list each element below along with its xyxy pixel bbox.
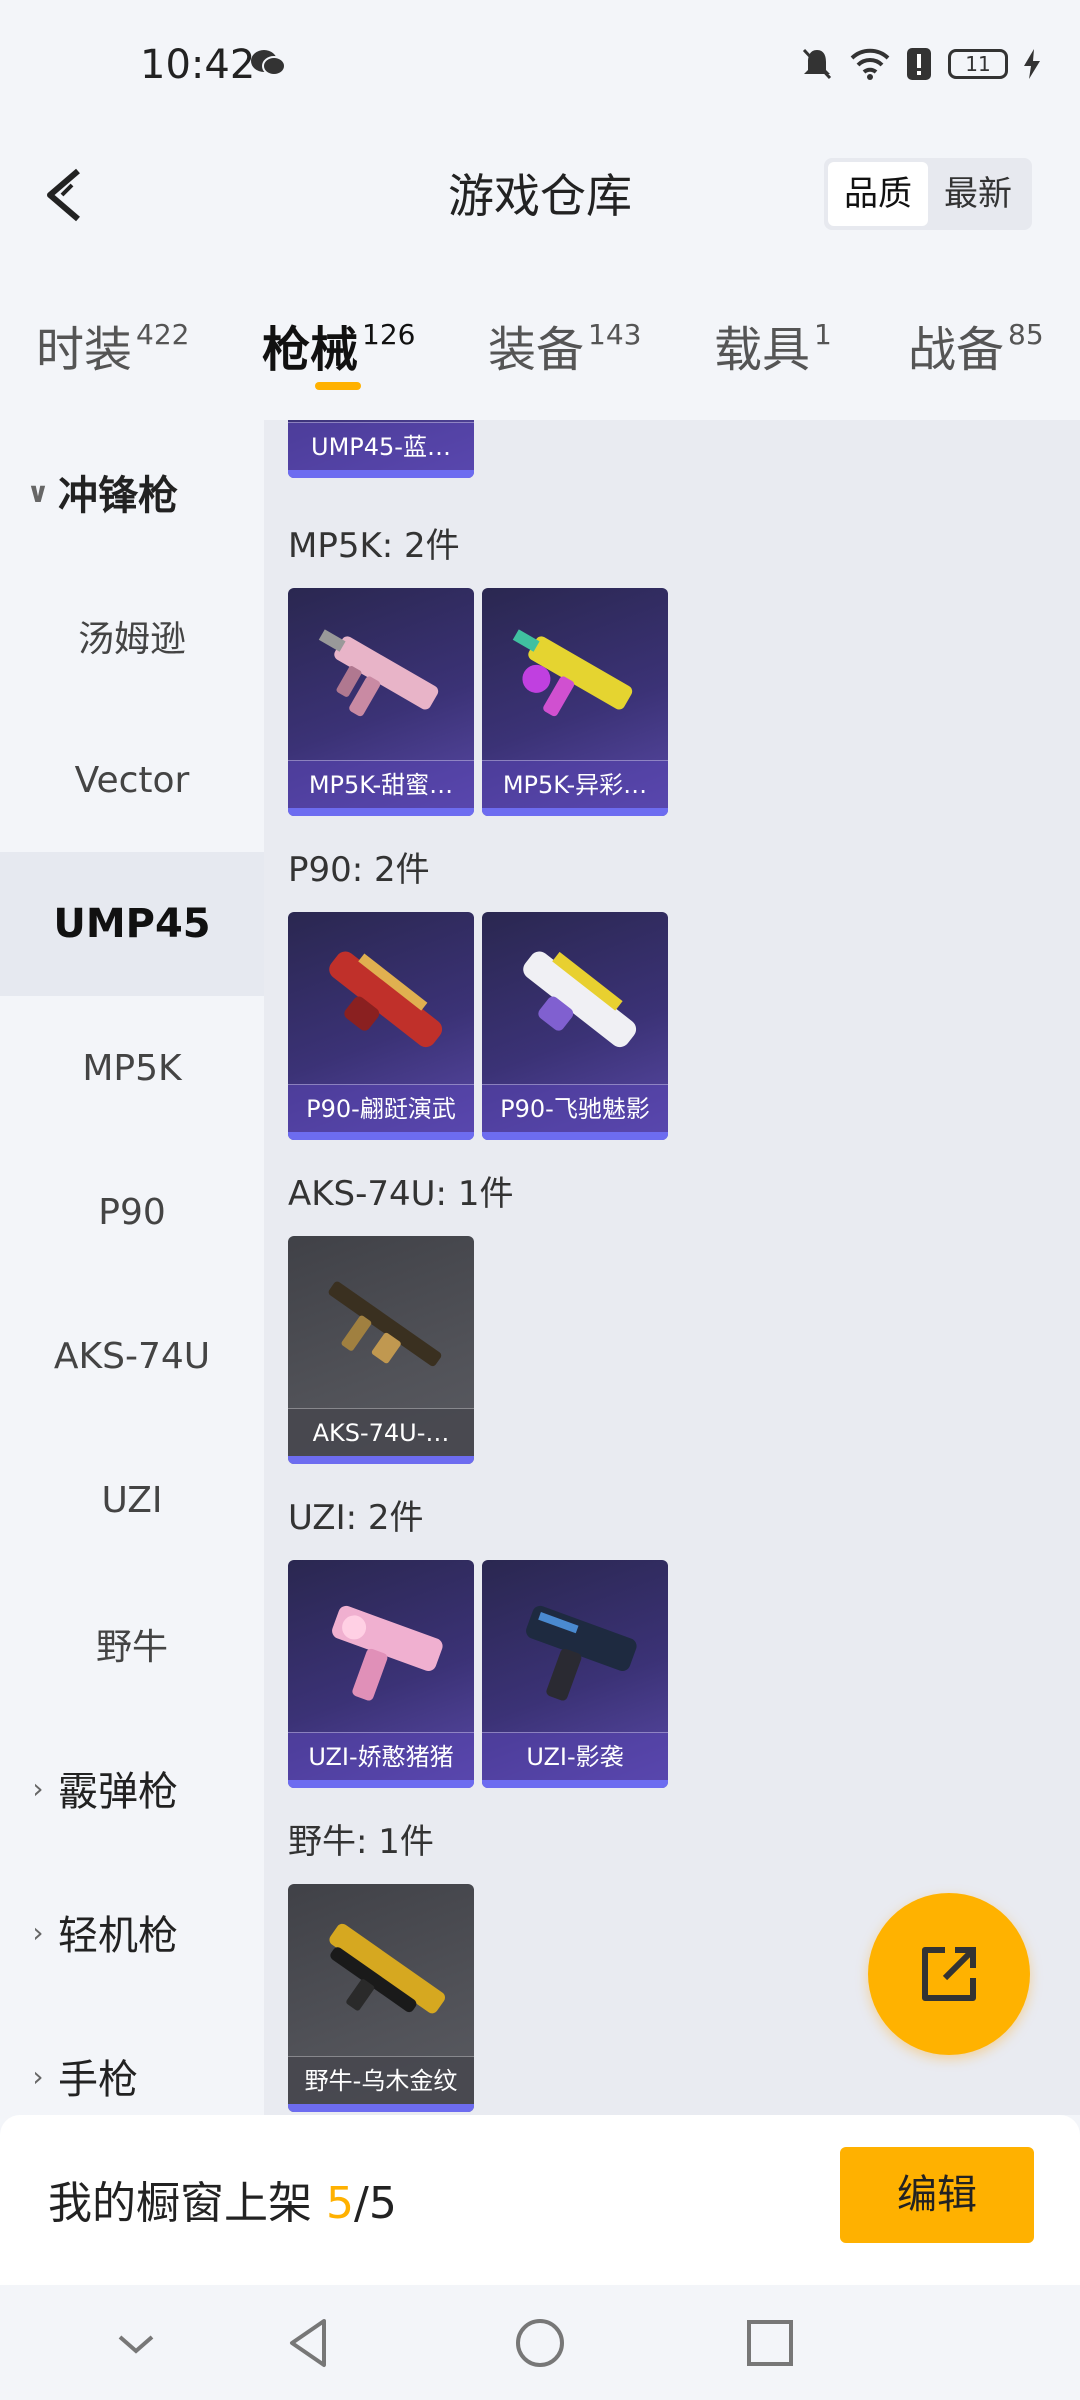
weapon-card[interactable]: MP5K-异彩… bbox=[482, 588, 668, 816]
sidebar-item-uzi[interactable]: UZI bbox=[0, 1428, 264, 1572]
weapon-card-label: MP5K-异彩… bbox=[482, 760, 668, 808]
tab-equipment[interactable]: 装备 143 bbox=[488, 310, 641, 380]
p90-red-art bbox=[329, 951, 443, 1048]
weapon-card-label: MP5K-甜蜜… bbox=[288, 760, 474, 808]
mute-icon bbox=[802, 48, 832, 80]
smg-pink-art bbox=[318, 629, 439, 717]
weapon-card[interactable]: UMP45-蓝… bbox=[288, 420, 474, 478]
weapon-card-label: P90-飞驰魅影 bbox=[482, 1084, 668, 1132]
smg-colorful-art bbox=[512, 629, 633, 717]
weapon-card-label: UMP45-蓝… bbox=[288, 422, 474, 470]
tab-active-indicator bbox=[315, 382, 361, 390]
alert-icon bbox=[907, 48, 931, 80]
share-button[interactable] bbox=[868, 1893, 1030, 2055]
weapon-card[interactable]: 野牛-乌木金纹 bbox=[288, 1884, 474, 2112]
nav-recent-icon[interactable] bbox=[740, 2313, 800, 2373]
sidebar-group-smg[interactable]: ∨ 冲锋枪 bbox=[0, 420, 264, 564]
sidebar-item-vector[interactable]: Vector bbox=[0, 708, 264, 852]
chevron-right-icon: › bbox=[32, 1915, 44, 1949]
weapon-card[interactable]: AKS-74U-… bbox=[288, 1236, 474, 1464]
sidebar-item-thompson[interactable]: 汤姆逊 bbox=[0, 564, 264, 708]
chevron-right-icon: › bbox=[32, 2059, 44, 2093]
weapon-card-label: 野牛-乌木金纹 bbox=[288, 2056, 474, 2104]
tab-guns[interactable]: 枪械 126 bbox=[262, 310, 415, 380]
sidebar-item-aks74u[interactable]: AKS-74U bbox=[0, 1284, 264, 1428]
chevron-down-icon: ∨ bbox=[26, 475, 50, 509]
system-navbar bbox=[0, 2285, 1080, 2400]
sidebar-item-bizon[interactable]: 野牛 bbox=[0, 1572, 264, 1716]
sort-quality-button[interactable]: 品质 bbox=[828, 162, 928, 226]
weapon-card-label: AKS-74U-… bbox=[288, 1408, 474, 1456]
share-icon bbox=[922, 1947, 976, 2001]
sidebar-group-lmg[interactable]: › 轻机枪 bbox=[0, 1860, 264, 2004]
nav-home-icon[interactable] bbox=[510, 2313, 570, 2373]
weapon-sidebar: ∨ 冲锋枪 汤姆逊 Vector UMP45 MP5K P90 AKS-74U … bbox=[0, 420, 264, 2115]
app-header: 游戏仓库 品质 最新 bbox=[0, 130, 1080, 260]
status-time: 10:42 bbox=[140, 42, 256, 88]
tab-fashion[interactable]: 时装 422 bbox=[36, 310, 189, 380]
bizon-gold-art bbox=[329, 1923, 445, 2014]
wifi-icon bbox=[850, 48, 890, 80]
weapon-card[interactable]: P90-飞驰魅影 bbox=[482, 912, 668, 1140]
battery-icon: 11 bbox=[948, 49, 1008, 79]
sidebar-item-ump45[interactable]: UMP45 bbox=[0, 852, 264, 996]
sidebar-group-pistol[interactable]: › 手枪 bbox=[0, 2004, 264, 2115]
sidebar-group-shotgun[interactable]: › 霰弹枪 bbox=[0, 1716, 264, 1860]
showcase-status: 我的橱窗上架 5/5 bbox=[48, 2178, 397, 2229]
weapon-card[interactable]: MP5K-甜蜜… bbox=[288, 588, 474, 816]
nav-back-icon[interactable] bbox=[280, 2313, 340, 2373]
sort-toggle: 品质 最新 bbox=[824, 158, 1032, 230]
section-title: UZI: 2件 bbox=[288, 1498, 424, 1538]
sidebar-item-p90[interactable]: P90 bbox=[0, 1140, 264, 1284]
status-bar: 10:42 11 bbox=[0, 0, 1080, 130]
showcase-panel: 我的橱窗上架 5/5 编辑 bbox=[0, 2115, 1080, 2285]
uzi-dark-art bbox=[526, 1605, 637, 1701]
section-title: 野牛: 1件 bbox=[288, 1822, 434, 1862]
weapon-card[interactable]: UZI-娇憨猪猪 bbox=[288, 1560, 474, 1788]
tab-combat-gear[interactable]: 战备 85 bbox=[908, 310, 1044, 380]
weapon-card[interactable]: UZI-影袭 bbox=[482, 1560, 668, 1788]
weapon-card-label: UZI-影袭 bbox=[482, 1732, 668, 1780]
section-title: P90: 2件 bbox=[288, 850, 430, 890]
sidebar-item-mp5k[interactable]: MP5K bbox=[0, 996, 264, 1140]
uzi-pink-art bbox=[332, 1605, 443, 1701]
weapon-card-label: UZI-娇憨猪猪 bbox=[288, 1732, 474, 1780]
p90-white-art bbox=[523, 951, 637, 1048]
weapon-card-label: P90-翩跹演武 bbox=[288, 1084, 474, 1132]
chevron-right-icon: › bbox=[32, 1771, 44, 1805]
weapon-card[interactable]: P90-翩跹演武 bbox=[288, 912, 474, 1140]
edit-button[interactable]: 编辑 bbox=[840, 2147, 1034, 2243]
weapon-grid: UMP45-蓝… MP5K: 2件 MP5K-甜蜜… MP5K-异彩… P90:… bbox=[264, 420, 1080, 2115]
section-title: AKS-74U: 1件 bbox=[288, 1174, 514, 1214]
category-tabs: 时装 422 枪械 126 装备 143 载具 1 战备 85 bbox=[0, 290, 1080, 420]
nav-down-icon[interactable] bbox=[106, 2313, 166, 2373]
section-title: MP5K: 2件 bbox=[288, 526, 460, 566]
sort-newest-button[interactable]: 最新 bbox=[928, 162, 1028, 226]
wechat-icon bbox=[251, 50, 286, 76]
tab-vehicles[interactable]: 载具 1 bbox=[714, 310, 832, 380]
charging-icon bbox=[1024, 49, 1040, 79]
aks74u-art bbox=[328, 1281, 442, 1367]
